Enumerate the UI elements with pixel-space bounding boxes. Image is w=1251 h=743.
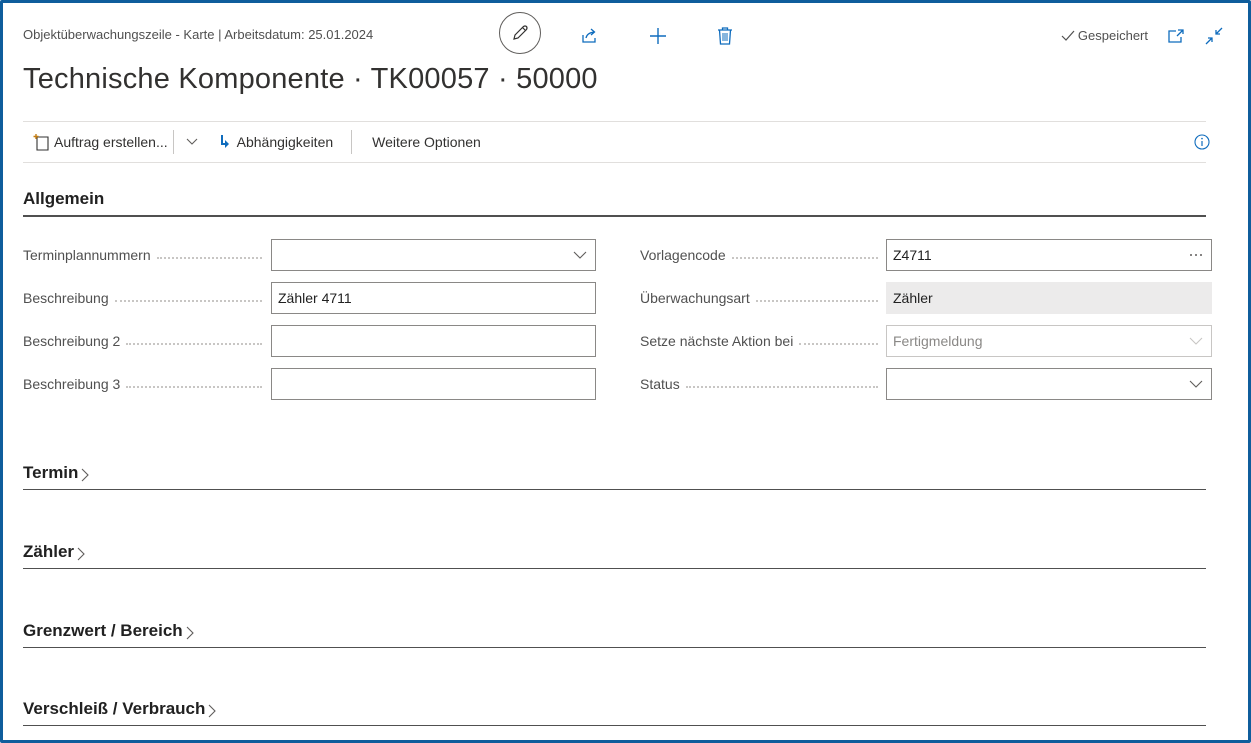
ellipsis-icon	[1190, 254, 1202, 256]
section-wear-title: Verschleiß / Verbrauch	[23, 699, 206, 718]
field-template-code: Vorlagencode Z4711	[640, 239, 1212, 271]
template-code-input[interactable]: Z4711	[886, 239, 1212, 271]
field-status: Status	[640, 368, 1212, 400]
breadcrumb: Objektüberwachungszeile - Karte | Arbeit…	[23, 27, 374, 42]
chevron-down-icon	[186, 138, 198, 145]
page-title: Technische Komponente · TK00057 · 50000	[23, 63, 598, 95]
arrow-down-right-icon	[220, 135, 229, 148]
plus-icon	[650, 28, 666, 44]
collapse-button[interactable]	[1202, 24, 1226, 48]
more-options-button[interactable]: Weitere Optionen	[372, 134, 481, 150]
section-general-title: Allgemein	[23, 189, 105, 208]
field-description-2: Beschreibung 2	[23, 325, 596, 357]
description-3-input[interactable]	[271, 368, 596, 400]
field-description-3: Beschreibung 3	[23, 368, 596, 400]
field-label: Terminplannummern	[23, 247, 151, 263]
checkmark-icon	[1061, 30, 1075, 41]
section-schedule-header[interactable]: Termin	[23, 458, 1206, 490]
field-schedule-numbers: Terminplannummern	[23, 239, 596, 271]
dependencies-button[interactable]: Abhängigkeiten	[218, 134, 334, 150]
chevron-down-icon	[573, 251, 587, 259]
trash-icon	[718, 27, 732, 45]
action-bar: Auftrag erstellen... Abhängigkeiten Weit…	[23, 121, 1210, 163]
create-order-button[interactable]: Auftrag erstellen...	[33, 133, 168, 151]
chevron-right-icon	[77, 547, 85, 561]
share-icon	[582, 28, 596, 43]
saved-status: Gespeichert	[1061, 28, 1148, 43]
page-frame: Objektüberwachungszeile - Karte | Arbeit…	[0, 0, 1251, 743]
new-button[interactable]	[646, 24, 670, 48]
share-button[interactable]	[577, 24, 601, 48]
chevron-down-icon	[1189, 380, 1203, 388]
field-label: Beschreibung	[23, 290, 109, 306]
edit-button[interactable]	[499, 12, 541, 54]
collapse-icon	[1205, 27, 1223, 45]
field-next-action: Setze nächste Aktion bei Fertigmeldung	[640, 325, 1212, 357]
pencil-icon	[513, 25, 528, 40]
separator	[172, 130, 174, 154]
field-label: Setze nächste Aktion bei	[640, 333, 794, 349]
section-limit-header[interactable]: Grenzwert / Bereich	[23, 616, 1206, 648]
field-label: Vorlagencode	[640, 247, 726, 263]
popout-button[interactable]	[1164, 24, 1188, 48]
chevron-down-icon	[1189, 337, 1203, 345]
monitoring-type-value: Zähler	[886, 282, 1212, 314]
new-document-icon	[33, 134, 49, 151]
more-options-label: Weitere Optionen	[372, 134, 481, 150]
section-general-header[interactable]: Allgemein	[23, 183, 1206, 217]
chevron-right-icon	[208, 704, 217, 718]
page-actions	[499, 12, 737, 54]
field-monitoring-type: Überwachungsart Zähler	[640, 282, 1212, 314]
section-counter-title: Zähler	[23, 542, 75, 561]
field-description: Beschreibung Zähler 4711	[23, 282, 596, 314]
info-icon	[1194, 134, 1210, 150]
field-label: Beschreibung 2	[23, 333, 121, 349]
description-input[interactable]: Zähler 4711	[271, 282, 596, 314]
status-select[interactable]	[886, 368, 1212, 400]
section-schedule-title: Termin	[23, 463, 79, 482]
lookup-button[interactable]	[1189, 240, 1203, 270]
field-label: Überwachungsart	[640, 290, 750, 306]
section-counter-header[interactable]: Zähler	[23, 537, 1206, 569]
window-controls	[1164, 24, 1226, 48]
section-limit-title: Grenzwert / Bereich	[23, 621, 183, 640]
schedule-numbers-select[interactable]	[271, 239, 596, 271]
create-order-label: Auftrag erstellen...	[54, 134, 168, 150]
field-label: Status	[640, 376, 680, 392]
top-bar: Objektüberwachungszeile - Karte | Arbeit…	[23, 12, 1228, 54]
separator	[351, 130, 353, 154]
saved-status-label: Gespeichert	[1077, 28, 1148, 43]
section-wear-header[interactable]: Verschleiß / Verbrauch	[23, 694, 1206, 726]
delete-button[interactable]	[713, 24, 737, 48]
field-label: Beschreibung 3	[23, 376, 121, 392]
chevron-right-icon	[186, 626, 194, 640]
description-2-input[interactable]	[271, 325, 596, 357]
next-action-select: Fertigmeldung	[886, 325, 1212, 357]
info-button[interactable]	[1194, 134, 1210, 153]
open-in-new-window-icon	[1168, 29, 1184, 43]
create-order-dropdown[interactable]	[180, 130, 204, 154]
dependencies-label: Abhängigkeiten	[236, 134, 334, 150]
chevron-right-icon	[82, 468, 90, 482]
